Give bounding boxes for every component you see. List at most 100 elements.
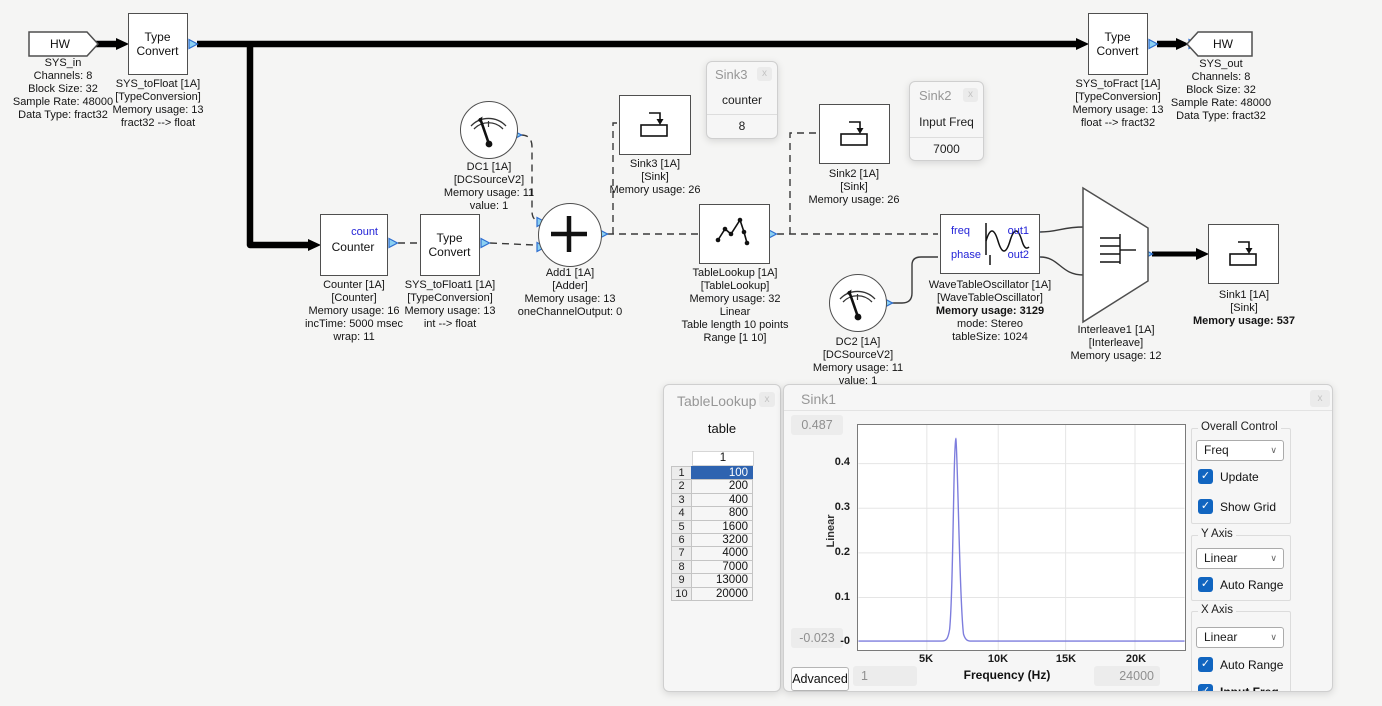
input-freq-checkbox[interactable]: ✓ Input Freq bbox=[1198, 684, 1279, 692]
table-row[interactable]: 51600 bbox=[671, 520, 753, 534]
caption-sys-to-float: SYS_toFloat [1A][TypeConversion] Memory … bbox=[112, 78, 203, 130]
counter-block[interactable]: Counter bbox=[320, 214, 388, 276]
close-icon[interactable]: x bbox=[759, 392, 775, 407]
wavetable-oscillator-block[interactable] bbox=[940, 214, 1040, 274]
count-port-label: count bbox=[334, 226, 378, 238]
divider bbox=[707, 114, 777, 115]
divider bbox=[910, 137, 983, 138]
type-convert-block[interactable]: Type Convert bbox=[128, 13, 188, 75]
table-lookup-panel[interactable]: TableLookup x table 1 1100 2200 3400 480… bbox=[663, 384, 781, 692]
checkbox-checked-icon[interactable]: ✓ bbox=[1198, 657, 1213, 672]
x-tick: 5K bbox=[919, 653, 933, 665]
table-row[interactable]: 63200 bbox=[671, 533, 753, 547]
sink1-plot-panel[interactable]: Sink1 x 0.487 -0.023 0.4 0.3 0.2 0.1 -0 … bbox=[783, 384, 1333, 692]
overall-control-dropdown[interactable]: Freq∨ bbox=[1196, 440, 1284, 461]
table-header: table bbox=[664, 421, 780, 436]
plus-icon bbox=[539, 204, 600, 265]
close-icon[interactable]: x bbox=[963, 88, 978, 102]
type-convert-block[interactable]: Type Convert bbox=[1088, 13, 1148, 75]
y-max-field: 0.487 bbox=[791, 415, 843, 435]
checkbox-checked-icon[interactable]: ✓ bbox=[1198, 469, 1213, 484]
x-tick: 20K bbox=[1126, 653, 1146, 665]
table-row[interactable]: 87000 bbox=[671, 560, 753, 574]
chevron-down-icon: ∨ bbox=[1270, 628, 1277, 647]
sink3-inspector-panel[interactable]: Sink3 x counter 8 bbox=[706, 61, 778, 139]
chevron-down-icon: ∨ bbox=[1270, 441, 1277, 460]
table-row[interactable]: 2200 bbox=[671, 479, 753, 493]
output-port-icon bbox=[189, 40, 198, 49]
x-axis-label: Frequency (Hz) bbox=[922, 668, 1092, 682]
field-value[interactable]: 7000 bbox=[910, 142, 983, 156]
x-tick: 10K bbox=[988, 653, 1008, 665]
panel-title[interactable]: Sink3 bbox=[715, 67, 748, 82]
sink-icon bbox=[1226, 239, 1264, 269]
table-row[interactable]: 1020000 bbox=[671, 587, 753, 601]
panel-title[interactable]: TableLookup bbox=[677, 393, 756, 409]
y-tick: 0.4 bbox=[810, 456, 850, 468]
update-checkbox[interactable]: ✓ Update bbox=[1198, 469, 1259, 484]
column-header-row: 1 bbox=[671, 451, 754, 466]
caption-sink1: Sink1 [1A][Sink] Memory usage: 537 bbox=[1193, 289, 1295, 328]
type-convert-block[interactable]: Type Convert bbox=[420, 214, 480, 276]
sink-block[interactable] bbox=[619, 95, 691, 155]
spectrum-plot bbox=[857, 424, 1186, 651]
show-grid-checkbox[interactable]: ✓ Show Grid bbox=[1198, 499, 1276, 514]
interleave-block[interactable] bbox=[1080, 186, 1154, 328]
x-axis-dropdown[interactable]: Linear∨ bbox=[1196, 627, 1284, 648]
table-row[interactable]: 4800 bbox=[671, 506, 753, 520]
sink-icon bbox=[837, 119, 875, 149]
freq-port-label: freq bbox=[951, 225, 970, 237]
table-lookup-block[interactable] bbox=[699, 204, 770, 264]
caption-sink2: Sink2 [1A][Sink] Memory usage: 26 bbox=[808, 168, 899, 207]
group-legend: X Axis bbox=[1198, 604, 1236, 616]
checkbox-checked-icon[interactable]: ✓ bbox=[1198, 577, 1213, 592]
caption-interleave1: Interleave1 [1A][Interleave] Memory usag… bbox=[1070, 324, 1161, 363]
table-row[interactable]: 74000 bbox=[671, 546, 753, 560]
caption-dc2: DC2 [1A][DCSourceV2] Memory usage: 11val… bbox=[813, 336, 903, 388]
y-tick: 0.1 bbox=[810, 591, 850, 603]
checkbox-checked-icon[interactable]: ✓ bbox=[1198, 499, 1213, 514]
dc-source-block[interactable] bbox=[460, 101, 518, 159]
x-max-field: 24000 bbox=[1094, 666, 1160, 686]
caption-wavetable: WaveTableOscillator [1A][WaveTableOscill… bbox=[929, 279, 1051, 344]
panel-title[interactable]: Sink2 bbox=[919, 88, 952, 103]
block-diagram-canvas: HW SYS_inChannels: 8 Block Size: 32Sampl… bbox=[0, 0, 1382, 706]
x-auto-range-checkbox[interactable]: ✓ Auto Range bbox=[1198, 657, 1283, 672]
dc-source-block[interactable] bbox=[829, 274, 887, 332]
caption-sys-to-float1: SYS_toFloat1 [1A][TypeConversion] Memory… bbox=[404, 279, 495, 331]
caption-add1: Add1 [1A][Adder] Memory usage: 13oneChan… bbox=[518, 267, 623, 319]
close-icon[interactable]: x bbox=[757, 67, 772, 81]
field-label: counter bbox=[707, 93, 777, 107]
x-tick: 15K bbox=[1056, 653, 1076, 665]
caption-table-lookup: TableLookup [1A][TableLookup] Memory usa… bbox=[681, 267, 788, 345]
table-row[interactable]: 3400 bbox=[671, 493, 753, 507]
spectrum-line bbox=[858, 439, 1184, 641]
phase-port-label: phase bbox=[951, 249, 981, 261]
y-auto-range-checkbox[interactable]: ✓ Auto Range bbox=[1198, 577, 1283, 592]
group-legend: Y Axis bbox=[1198, 528, 1236, 540]
panel-title[interactable]: Sink1 bbox=[801, 391, 836, 407]
y-tick: -0 bbox=[810, 635, 850, 647]
close-icon[interactable]: x bbox=[1310, 390, 1330, 407]
adder-block[interactable] bbox=[538, 203, 602, 267]
panel-titlebar[interactable]: Sink1 bbox=[784, 385, 1332, 411]
y-axis-dropdown[interactable]: Linear∨ bbox=[1196, 548, 1284, 569]
caption-dc1: DC1 [1A][DCSourceV2] Memory usage: 11val… bbox=[444, 161, 534, 213]
advanced-button[interactable]: Advanced bbox=[791, 667, 849, 691]
sink-block[interactable] bbox=[1208, 224, 1279, 284]
caption-sys-to-fract: SYS_toFract [1A][TypeConversion] Memory … bbox=[1072, 78, 1163, 130]
output-port-icon bbox=[481, 239, 490, 248]
plot-grid bbox=[858, 425, 1184, 650]
column-header: 1 bbox=[692, 451, 754, 466]
table-row[interactable]: 1100 bbox=[671, 466, 753, 480]
sink2-inspector-panel[interactable]: Sink2 x Input Freq 7000 bbox=[909, 81, 984, 161]
sink-icon bbox=[637, 110, 675, 140]
group-legend: Overall Control bbox=[1198, 421, 1281, 433]
output-port-icon bbox=[389, 239, 398, 248]
field-value[interactable]: 8 bbox=[707, 119, 777, 133]
hw-output-label: HW bbox=[1200, 37, 1246, 51]
checkbox-checked-icon[interactable]: ✓ bbox=[1198, 684, 1213, 692]
table-row[interactable]: 913000 bbox=[671, 573, 753, 587]
sink-block[interactable] bbox=[819, 104, 890, 164]
gauge-icon bbox=[830, 275, 885, 330]
